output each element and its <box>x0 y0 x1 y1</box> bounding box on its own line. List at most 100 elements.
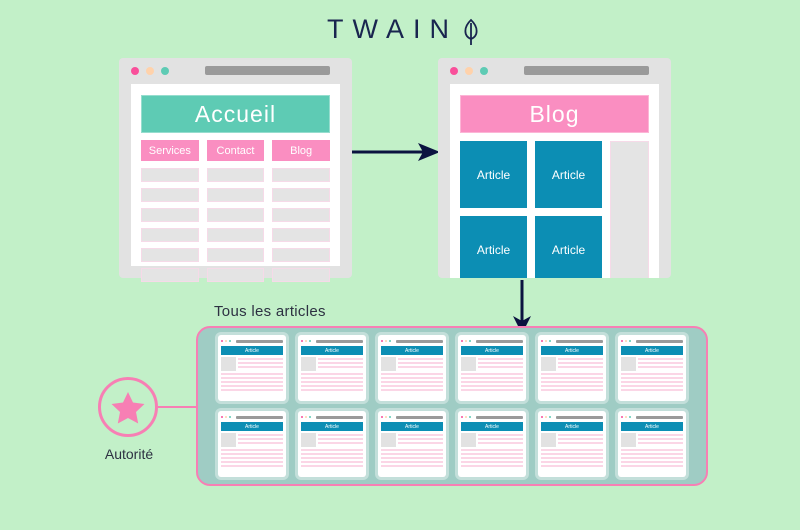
text-line <box>478 366 523 368</box>
text-line <box>221 373 283 375</box>
maximize-dot-icon <box>389 416 391 418</box>
article-card[interactable]: Article <box>218 411 286 477</box>
text-line <box>221 453 283 455</box>
maximize-dot-icon <box>469 340 471 342</box>
text-line <box>318 366 363 368</box>
card-header: Article <box>621 346 683 355</box>
text-line <box>318 358 363 360</box>
text-line <box>221 385 283 387</box>
homepage-window[interactable]: Accueil Services Contact Blog <box>119 58 352 282</box>
text-line <box>221 377 283 379</box>
minimize-dot-icon <box>465 416 467 418</box>
card-text-lines <box>398 357 443 371</box>
text-line <box>381 381 443 383</box>
close-dot-icon <box>381 340 383 342</box>
text-line <box>541 385 603 387</box>
card-address-bar <box>316 339 363 343</box>
homepage-content: Accueil Services Contact Blog <box>131 84 340 282</box>
article-card[interactable]: Article <box>618 411 686 477</box>
article-card[interactable]: Article <box>218 335 286 401</box>
article-card[interactable]: Article <box>298 411 366 477</box>
article-card[interactable]: Article <box>538 411 606 477</box>
panel-title: Tous les articles <box>214 303 326 320</box>
card-thumbnail <box>221 433 236 447</box>
minimize-dot-icon[interactable] <box>465 67 473 75</box>
blog-window[interactable]: Blog Article Article Article Article <box>438 58 671 278</box>
card-body-lines <box>621 373 683 398</box>
text-line <box>238 438 283 440</box>
article-card[interactable]: Article <box>378 411 446 477</box>
card-media-row <box>541 357 603 371</box>
window-controls[interactable] <box>131 67 169 75</box>
nav-button-contact[interactable]: Contact <box>206 140 265 161</box>
text-line <box>301 449 363 451</box>
card-titlebar <box>381 338 443 344</box>
card-body-lines <box>221 449 283 474</box>
text-line <box>478 362 523 364</box>
minimize-dot-icon[interactable] <box>146 67 154 75</box>
card-media-row <box>301 433 363 447</box>
card-thumbnail <box>541 357 556 371</box>
text-line <box>558 434 603 436</box>
article-card[interactable]: Article <box>378 335 446 401</box>
article-tile[interactable]: Article <box>460 216 527 278</box>
maximize-dot-icon[interactable] <box>161 67 169 75</box>
star-icon <box>111 392 145 424</box>
card-thumbnail <box>541 433 556 447</box>
article-card[interactable]: Article <box>618 335 686 401</box>
article-tile[interactable]: Article <box>460 141 527 208</box>
text-line <box>621 373 683 375</box>
text-line <box>301 373 363 375</box>
close-dot-icon[interactable] <box>131 67 139 75</box>
text-line <box>621 465 683 467</box>
address-bar[interactable] <box>524 66 649 75</box>
text-line <box>238 362 283 364</box>
nav-button-services[interactable]: Services <box>141 140 199 161</box>
nav-button-blog[interactable]: Blog <box>272 140 331 161</box>
text-line <box>621 457 683 459</box>
card-header: Article <box>221 346 283 355</box>
text-line <box>541 373 603 375</box>
article-card[interactable]: Article <box>458 411 526 477</box>
article-card[interactable]: Article <box>458 335 526 401</box>
address-bar[interactable] <box>205 66 330 75</box>
brand-name: TWAIN <box>327 14 458 44</box>
text-line <box>381 377 443 379</box>
placeholder-bar <box>206 188 265 202</box>
article-card[interactable]: Article <box>298 335 366 401</box>
card-text-lines <box>558 433 603 447</box>
text-line <box>461 381 523 383</box>
card-text-lines <box>558 357 603 371</box>
card-header: Article <box>621 422 683 431</box>
text-line <box>461 461 523 463</box>
card-media-row <box>221 357 283 371</box>
card-media-row <box>461 357 523 371</box>
maximize-dot-icon <box>229 416 231 418</box>
text-line <box>638 434 683 436</box>
article-card[interactable]: Article <box>538 335 606 401</box>
article-tile[interactable]: Article <box>535 141 602 208</box>
card-text-lines <box>398 433 443 447</box>
card-titlebar <box>461 414 523 420</box>
card-body-lines <box>541 373 603 398</box>
card-address-bar <box>236 415 283 419</box>
text-line <box>478 438 523 440</box>
close-dot-icon[interactable] <box>450 67 458 75</box>
authority-badge[interactable]: Autorité <box>98 377 160 462</box>
maximize-dot-icon[interactable] <box>480 67 488 75</box>
minimize-dot-icon <box>385 416 387 418</box>
article-tile[interactable]: Article <box>535 216 602 278</box>
text-line <box>398 434 443 436</box>
card-titlebar <box>461 338 523 344</box>
card-titlebar <box>541 338 603 344</box>
card-header: Article <box>301 346 363 355</box>
text-line <box>461 373 523 375</box>
text-line <box>318 362 363 364</box>
placeholder-bar <box>272 168 331 182</box>
window-controls[interactable] <box>450 67 488 75</box>
text-line <box>638 362 683 364</box>
text-line <box>461 389 523 391</box>
blog-content: Blog Article Article Article Article <box>450 84 659 278</box>
placeholder-bar <box>141 188 199 202</box>
text-line <box>381 389 443 391</box>
